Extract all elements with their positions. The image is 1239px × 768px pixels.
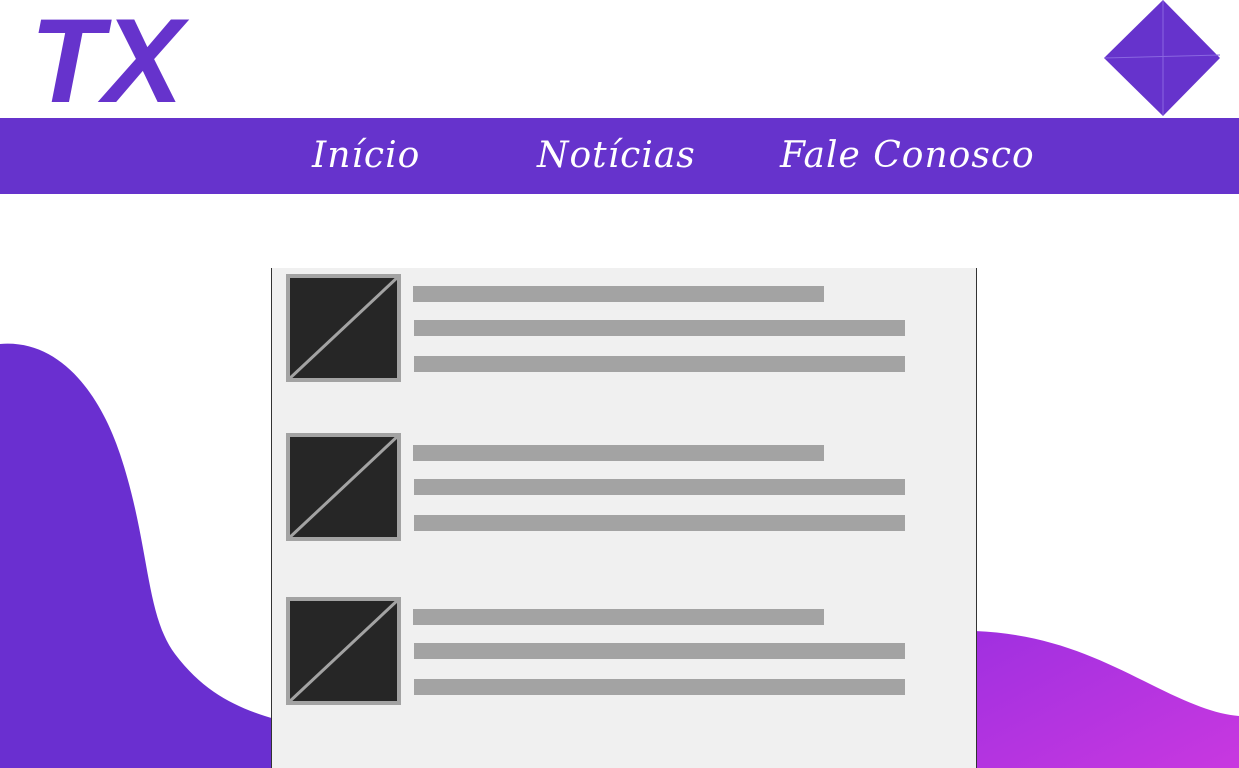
- news-item[interactable]: [286, 597, 926, 707]
- nav-item-inicio[interactable]: Início: [312, 128, 420, 184]
- news-title-placeholder: [413, 609, 824, 625]
- news-title-placeholder: [413, 445, 824, 461]
- blob-right: [975, 631, 1239, 768]
- image-placeholder-icon: [286, 274, 401, 382]
- news-text-placeholder: [414, 479, 905, 495]
- nav-item-noticias[interactable]: Notícias: [537, 128, 696, 184]
- news-text-placeholder: [414, 515, 905, 531]
- logo-text: TX: [30, 2, 190, 112]
- image-placeholder-icon: [286, 597, 401, 705]
- news-item[interactable]: [286, 274, 926, 384]
- news-text-placeholder: [414, 679, 905, 695]
- main-nav: Início Notícias Fale Conosco: [0, 118, 1239, 194]
- news-item[interactable]: [286, 433, 926, 543]
- header: TX: [0, 0, 1239, 118]
- news-text-placeholder: [414, 356, 905, 372]
- news-title-placeholder: [413, 286, 824, 302]
- nav-item-fale-conosco[interactable]: Fale Conosco: [780, 128, 1035, 184]
- news-text-placeholder: [414, 643, 905, 659]
- blob-left: [0, 343, 275, 768]
- tx-logo[interactable]: TX: [28, 2, 218, 112]
- news-text-placeholder: [414, 320, 905, 336]
- news-list: [271, 268, 977, 768]
- diamond-icon: [1103, 0, 1221, 116]
- image-placeholder-icon: [286, 433, 401, 541]
